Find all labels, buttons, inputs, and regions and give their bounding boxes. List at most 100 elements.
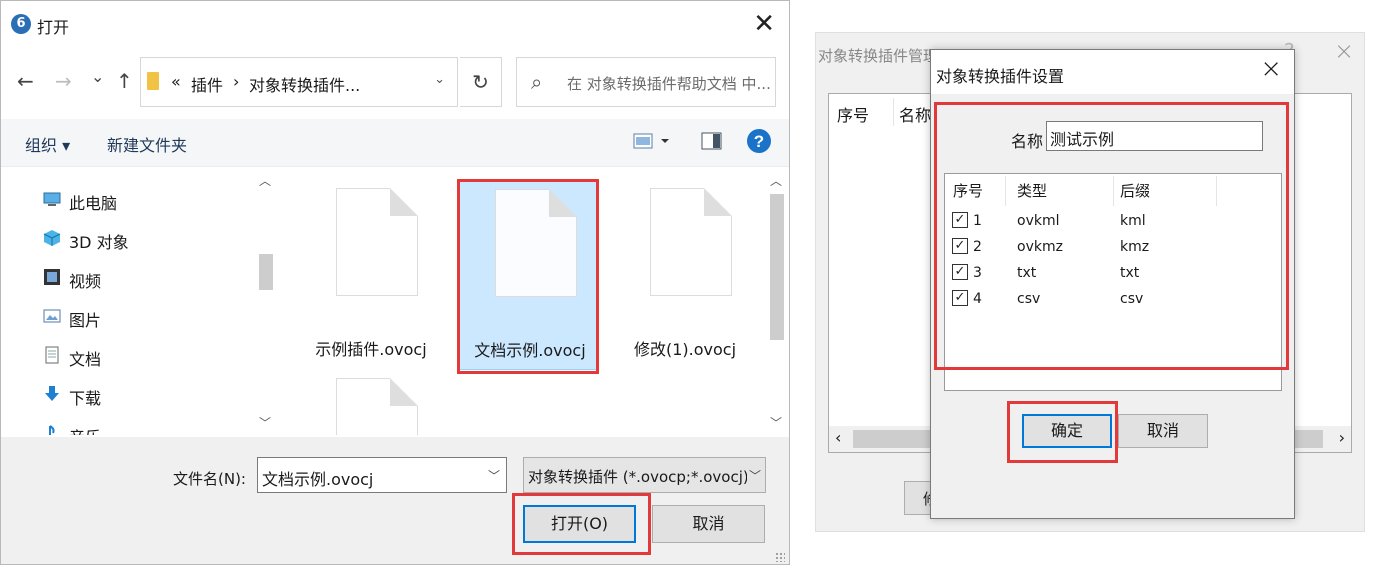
forward-arrow-icon[interactable]: → [55, 69, 72, 93]
chevron-down-icon[interactable]: ⌄ [434, 72, 445, 87]
open-button[interactable]: 打开(O) [523, 505, 636, 543]
nav-item-music[interactable]: 音乐 [31, 420, 251, 435]
filename-value: 文档示例.ovocj [262, 470, 374, 489]
file-item[interactable]: 示例插件.ovocj [301, 168, 441, 359]
navigation-bar: ← → ⌄ ↑ « 插件 › 对象转换插件... ⌄ ↻ ⌕ 在 对象转换插件帮… [1, 53, 789, 109]
column-header-index[interactable]: 序号 [837, 102, 869, 126]
cancel-button[interactable]: 取消 [652, 505, 765, 543]
new-folder-button[interactable]: 新建文件夹 [107, 132, 187, 156]
file-item-selected[interactable]: 文档示例.ovocj [459, 180, 599, 370]
file-icon [650, 188, 732, 296]
title-bar: 对象转换插件设置 × [931, 50, 1294, 94]
row-checkbox[interactable]: ✓ [952, 238, 968, 254]
recent-locations-chevron-icon[interactable]: ⌄ [91, 67, 104, 86]
file-item[interactable] [301, 358, 441, 435]
file-type-select[interactable]: 对象转换插件 (*.ovocp;*.ovocj) ﹀ [523, 457, 766, 493]
column-header-type[interactable]: 类型 [1017, 180, 1047, 201]
name-input[interactable]: 测试示例 [1046, 121, 1263, 151]
breadcrumb-current[interactable]: 对象转换插件... [249, 72, 360, 96]
file-item[interactable]: 修改(1).ovocj [615, 168, 755, 359]
scrollbar-thumb[interactable] [259, 254, 273, 290]
nav-item-3d-objects[interactable]: 3D 对象 [31, 225, 251, 253]
row-index: 3 [973, 265, 982, 281]
view-options-icon[interactable] [633, 131, 671, 155]
nav-item-label: 文档 [69, 350, 102, 369]
svg-text:?: ? [754, 132, 764, 151]
table-row[interactable]: ✓ 4 csv csv [945, 287, 1281, 313]
file-name: 示例插件.ovocj [315, 340, 427, 359]
row-checkbox[interactable]: ✓ [952, 290, 968, 306]
breadcrumb-plugins[interactable]: 插件 [191, 72, 223, 96]
computer-icon [43, 192, 61, 206]
column-header-suffix[interactable]: 后缀 [1120, 180, 1150, 201]
up-arrow-icon[interactable]: ↑ [116, 69, 133, 93]
column-header-name[interactable]: 名称 [899, 102, 931, 126]
row-type: ovkmz [1017, 239, 1063, 255]
filename-input[interactable]: 文档示例.ovocj ﹀ [257, 457, 507, 493]
scroll-down-icon[interactable]: ﹀ [770, 414, 782, 431]
preview-pane-icon[interactable] [701, 131, 723, 155]
table-row[interactable]: ✓ 1 ovkml kml [945, 209, 1281, 235]
scrollbar-thumb[interactable] [770, 194, 784, 340]
file-icon [495, 189, 577, 297]
nav-item-videos[interactable]: 视频 [31, 264, 251, 292]
organize-button[interactable]: 组织 ▾ [25, 132, 70, 156]
search-box[interactable]: ⌕ 在 对象转换插件帮助文档 中... [516, 57, 776, 107]
ok-button[interactable]: 确定 [1022, 414, 1112, 448]
nav-item-pictures[interactable]: 图片 [31, 303, 251, 331]
search-placeholder: 在 对象转换插件帮助文档 中... [567, 75, 771, 93]
chevron-down-icon[interactable]: ﹀ [488, 467, 500, 484]
file-list: 示例插件.ovocj 文档示例.ovocj 修改(1).ovocj [279, 168, 769, 435]
row-suffix: kml [1120, 213, 1146, 229]
open-file-dialog: 6 打开 ✕ ← → ⌄ ↑ « 插件 › 对象转换插件... ⌄ ↻ ⌕ 在 … [0, 0, 790, 565]
scroll-up-icon[interactable]: ︿ [259, 172, 271, 189]
table-row[interactable]: ✓ 3 txt txt [945, 261, 1281, 287]
scroll-left-icon[interactable]: ‹ [835, 428, 841, 447]
row-suffix: kmz [1120, 239, 1150, 255]
row-type: csv [1017, 291, 1041, 307]
help-icon[interactable]: ? [746, 128, 772, 158]
refresh-icon[interactable]: ↻ [460, 57, 502, 107]
nav-item-label: 音乐 [69, 424, 101, 435]
file-icon [336, 188, 418, 296]
nav-item-documents[interactable]: 文档 [31, 342, 251, 370]
scroll-right-icon[interactable]: › [1339, 428, 1345, 447]
nav-item-this-pc[interactable]: 此电脑 [31, 186, 251, 214]
file-list-scrollbar[interactable]: ︿ ﹀ [767, 168, 787, 435]
dialog-footer: 文件名(N): 文档示例.ovocj ﹀ 对象转换插件 (*.ovocp;*.o… [1, 437, 789, 564]
column-header-index[interactable]: 序号 [953, 180, 983, 201]
dialog-title: 打开 [37, 18, 70, 37]
download-icon [45, 386, 59, 401]
row-index: 2 [973, 239, 982, 255]
back-arrow-icon[interactable]: ← [17, 69, 34, 93]
scroll-down-icon[interactable]: ﹀ [259, 414, 271, 431]
row-checkbox[interactable]: ✓ [952, 264, 968, 280]
breadcrumb-overflow[interactable]: « [171, 72, 181, 91]
nav-item-downloads[interactable]: 下载 [31, 381, 251, 409]
breadcrumb-separator: › [233, 72, 240, 91]
close-icon[interactable]: × [1334, 37, 1354, 65]
row-suffix: csv [1120, 291, 1144, 307]
folder-icon [147, 72, 159, 90]
nav-item-label: 下载 [69, 389, 102, 408]
filename-label: 文件名(N): [173, 470, 246, 488]
nav-item-label: 视频 [69, 272, 102, 291]
scroll-up-icon[interactable]: ︿ [770, 172, 782, 189]
navigation-pane: 此电脑 3D 对象 视频 图片 文档 下载 音乐 [1, 168, 276, 435]
address-bar[interactable]: « 插件 › 对象转换插件... ⌄ [140, 57, 458, 107]
resize-grip-icon[interactable] [775, 552, 785, 562]
close-icon[interactable]: × [1260, 54, 1282, 84]
table-row[interactable]: ✓ 2 ovkmz kmz [945, 235, 1281, 261]
name-value: 测试示例 [1050, 130, 1115, 149]
app-icon: 6 [11, 14, 31, 34]
close-icon[interactable]: ✕ [753, 9, 775, 39]
row-suffix: txt [1120, 265, 1140, 281]
dialog-title: 对象转换插件设置 [936, 67, 1065, 86]
pictures-icon [43, 309, 61, 323]
cancel-button[interactable]: 取消 [1118, 414, 1208, 448]
row-checkbox[interactable]: ✓ [952, 212, 968, 228]
nav-pane-scrollbar[interactable]: ︿ ﹀ [256, 168, 276, 435]
chevron-down-icon[interactable]: ﹀ [746, 467, 761, 484]
video-icon [44, 269, 60, 285]
type-table: 序号 类型 后缀 ✓ 1 ovkml kml ✓ 2 ovkmz kmz ✓ 3… [944, 173, 1282, 391]
